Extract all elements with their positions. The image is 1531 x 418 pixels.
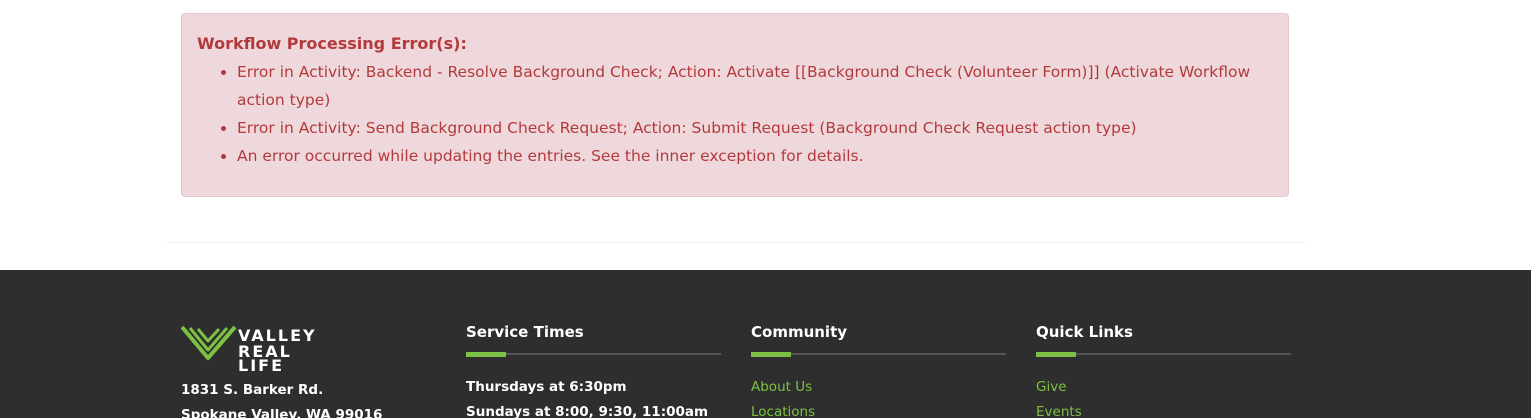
heading-accent <box>466 352 506 357</box>
community-column: Community About Us Locations <box>751 322 1006 418</box>
heading-rule <box>1036 352 1291 357</box>
link-about-us[interactable]: About Us <box>751 375 1006 400</box>
quick-links-column: Quick Links Give Events <box>1036 322 1291 418</box>
footer-logo[interactable]: VALLEY REAL LIFE <box>181 325 341 374</box>
service-times-heading: Service Times <box>466 323 584 341</box>
alert-title: Workflow Processing Error(s): <box>197 34 467 53</box>
error-list: Error in Activity: Backend - Resolve Bac… <box>197 58 1273 170</box>
error-item: Error in Activity: Send Background Check… <box>237 114 1273 142</box>
quick-links-heading: Quick Links <box>1036 323 1133 341</box>
community-heading: Community <box>751 323 848 341</box>
footer-address: 1831 S. Barker Rd. Spokane Valley, WA 99… <box>181 378 382 418</box>
address-street: 1831 S. Barker Rd. <box>181 382 324 398</box>
service-time: Thursdays at 6:30pm <box>466 379 627 395</box>
link-locations[interactable]: Locations <box>751 400 1006 418</box>
service-times-column: Service Times Thursdays at 6:30pm Sunday… <box>466 322 721 418</box>
heading-accent <box>751 352 791 357</box>
page: Workflow Processing Error(s): Error in A… <box>0 0 1531 418</box>
heading-accent <box>1036 352 1076 357</box>
link-give[interactable]: Give <box>1036 375 1291 400</box>
heading-rule <box>466 352 721 357</box>
site-footer: VALLEY REAL LIFE 1831 S. Barker Rd. Spok… <box>0 270 1531 418</box>
heading-rule <box>751 352 1006 357</box>
valley-real-life-logo-icon <box>181 325 237 360</box>
link-events[interactable]: Events <box>1036 400 1291 418</box>
service-time: Sundays at 8:00, 9:30, 11:00am <box>466 404 709 418</box>
error-item: Error in Activity: Backend - Resolve Bac… <box>237 58 1273 114</box>
content-divider <box>166 242 1306 243</box>
address-city: Spokane Valley, WA 99016 <box>181 407 383 418</box>
workflow-error-alert: Workflow Processing Error(s): Error in A… <box>181 13 1289 197</box>
logo-line-1: VALLEY <box>238 326 317 345</box>
error-item: An error occurred while updating the ent… <box>237 142 1273 170</box>
logo-line-2: REAL LIFE <box>238 342 292 375</box>
